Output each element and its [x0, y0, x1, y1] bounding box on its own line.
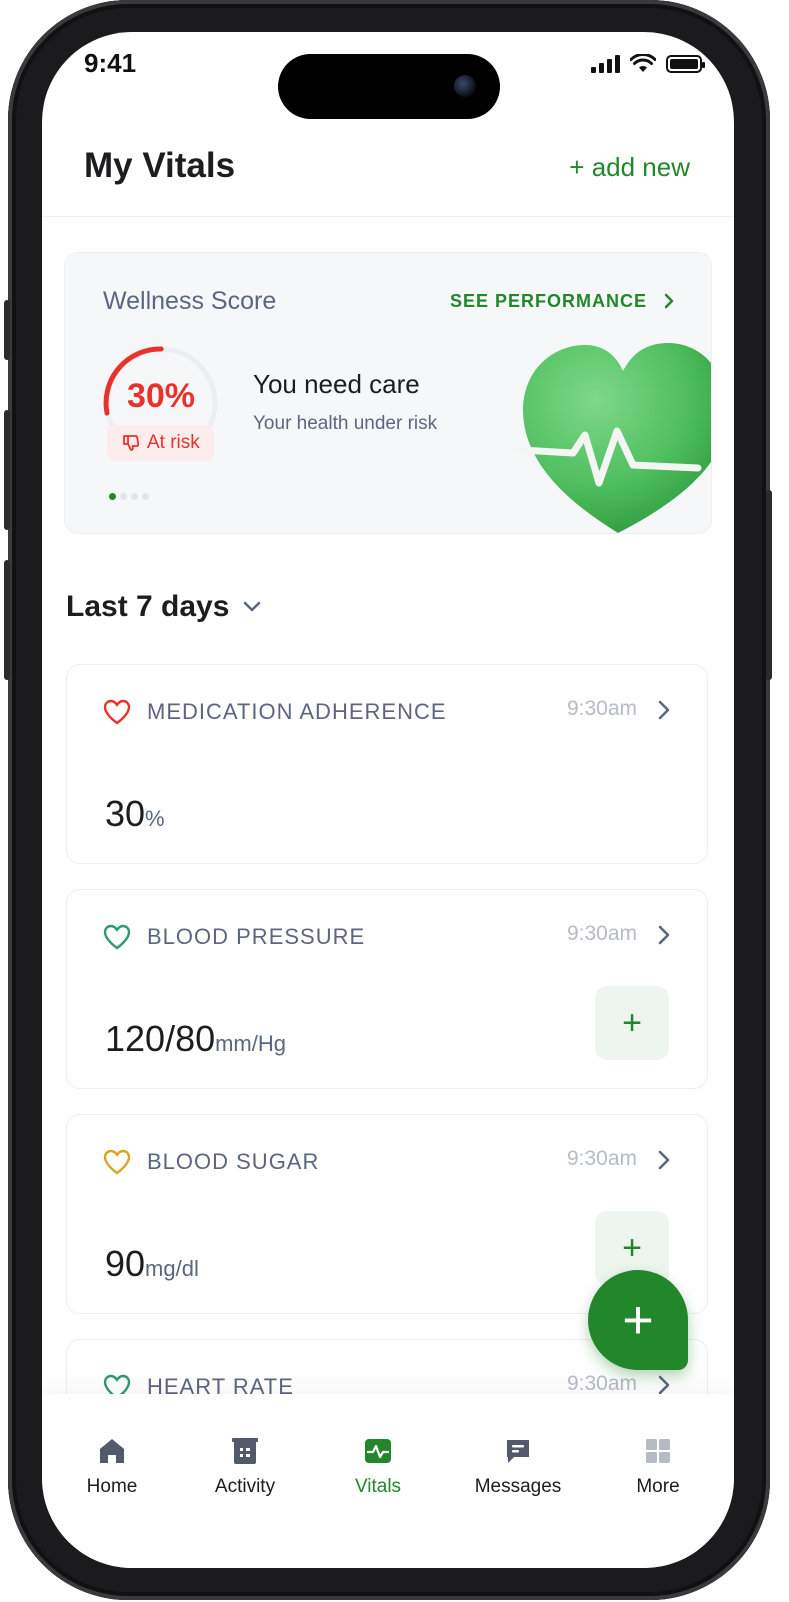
vital-unit: mg/dl — [145, 1256, 199, 1281]
vital-value-number: 90 — [105, 1243, 146, 1284]
battery-icon — [666, 55, 705, 73]
volume-up-button — [4, 410, 10, 530]
status-time: 9:41 — [84, 48, 137, 78]
risk-label: At risk — [147, 432, 200, 453]
tab-label: Activity — [214, 1476, 276, 1497]
header: My Vitals + add new — [42, 132, 734, 217]
page-title: My Vitals — [84, 146, 236, 185]
see-performance-link[interactable]: SEE PERFORMANCE — [450, 291, 675, 312]
wifi-icon — [630, 54, 656, 72]
vital-time: 9:30am — [566, 922, 637, 945]
wellness-title: Wellness Score — [103, 287, 277, 315]
wellness-subtext: Your health under risk — [253, 413, 438, 434]
wellness-heading: You need care — [253, 369, 420, 399]
tab-activity[interactable]: Activity — [185, 1436, 305, 1498]
vital-unit: mm/Hg — [215, 1031, 286, 1056]
chevron-down-icon — [244, 601, 261, 612]
heart-icon — [103, 924, 131, 950]
screen: 9:41 My Vitals + add new Wellness Score … — [42, 32, 734, 1568]
tab-messages[interactable]: Messages — [458, 1436, 578, 1498]
heart-pulse-illustration — [517, 343, 711, 533]
heart-icon — [103, 1149, 131, 1175]
vitals-icon — [365, 1439, 391, 1463]
date-range-dropdown[interactable]: Last 7 days — [66, 590, 261, 624]
add-vital-fab[interactable]: + — [588, 1270, 688, 1370]
tab-more[interactable]: More — [598, 1436, 718, 1498]
tab-vitals[interactable]: Vitals — [318, 1436, 438, 1498]
vital-name: BLOOD SUGAR — [147, 1149, 320, 1174]
vital-card-medication-adherence[interactable]: MEDICATION ADHERENCE 9:30am 30% — [66, 664, 708, 864]
vital-name: MEDICATION ADHERENCE — [147, 699, 447, 724]
vital-time: 9:30am — [566, 697, 637, 720]
cellular-signal-icon — [591, 55, 620, 73]
more-icon — [646, 1439, 670, 1463]
status-icons — [591, 54, 705, 74]
camera-icon — [454, 75, 476, 97]
vital-value: 120/80mm/Hg — [105, 1018, 286, 1060]
chevron-right-icon[interactable] — [657, 1374, 671, 1396]
carousel-dots[interactable] — [109, 493, 149, 500]
chevron-right-icon[interactable] — [657, 699, 671, 721]
tab-label: Messages — [474, 1476, 562, 1497]
volume-down-button — [4, 560, 10, 680]
wellness-score-value: 30% — [126, 377, 196, 415]
chevron-right-icon — [664, 293, 674, 309]
vital-time: 9:30am — [566, 1372, 637, 1395]
thumbs-down-icon — [123, 435, 140, 451]
vital-value-number: 120/80 — [105, 1018, 216, 1059]
add-new-button[interactable]: + add new — [569, 152, 690, 183]
power-button — [766, 490, 772, 680]
dynamic-island — [278, 54, 500, 119]
chevron-right-icon[interactable] — [657, 924, 671, 946]
add-reading-button[interactable]: + — [595, 986, 669, 1060]
home-icon — [100, 1439, 124, 1463]
vital-time: 9:30am — [566, 1147, 637, 1170]
vital-name: BLOOD PRESSURE — [147, 924, 366, 949]
tab-label: Vitals — [354, 1476, 402, 1497]
date-range-label: Last 7 days — [66, 590, 230, 623]
tab-label: Home — [86, 1476, 138, 1497]
carousel-dot[interactable] — [131, 493, 138, 500]
tab-label: More — [636, 1476, 680, 1497]
chevron-right-icon[interactable] — [657, 1149, 671, 1171]
wellness-score-card[interactable]: Wellness Score SEE PERFORMANCE 30% At ri… — [64, 252, 712, 534]
vital-value: 30% — [105, 793, 165, 835]
activity-icon — [232, 1438, 258, 1464]
vital-card-blood-pressure[interactable]: BLOOD PRESSURE 9:30am 120/80mm/Hg + — [66, 889, 708, 1089]
silent-switch — [4, 300, 10, 360]
vital-value: 90mg/dl — [105, 1243, 199, 1285]
tab-home[interactable]: Home — [52, 1436, 172, 1498]
carousel-dot[interactable] — [120, 493, 127, 500]
carousel-dot[interactable] — [109, 493, 116, 500]
risk-badge: At risk — [107, 425, 214, 461]
carousel-dot[interactable] — [142, 493, 149, 500]
tab-bar: Home Activity Vitals Messages More — [42, 1394, 734, 1568]
see-performance-label: SEE PERFORMANCE — [449, 291, 647, 311]
heart-icon — [103, 699, 131, 725]
vital-value-number: 30 — [105, 793, 146, 834]
vital-unit: % — [145, 806, 165, 831]
messages-icon — [507, 1440, 529, 1463]
